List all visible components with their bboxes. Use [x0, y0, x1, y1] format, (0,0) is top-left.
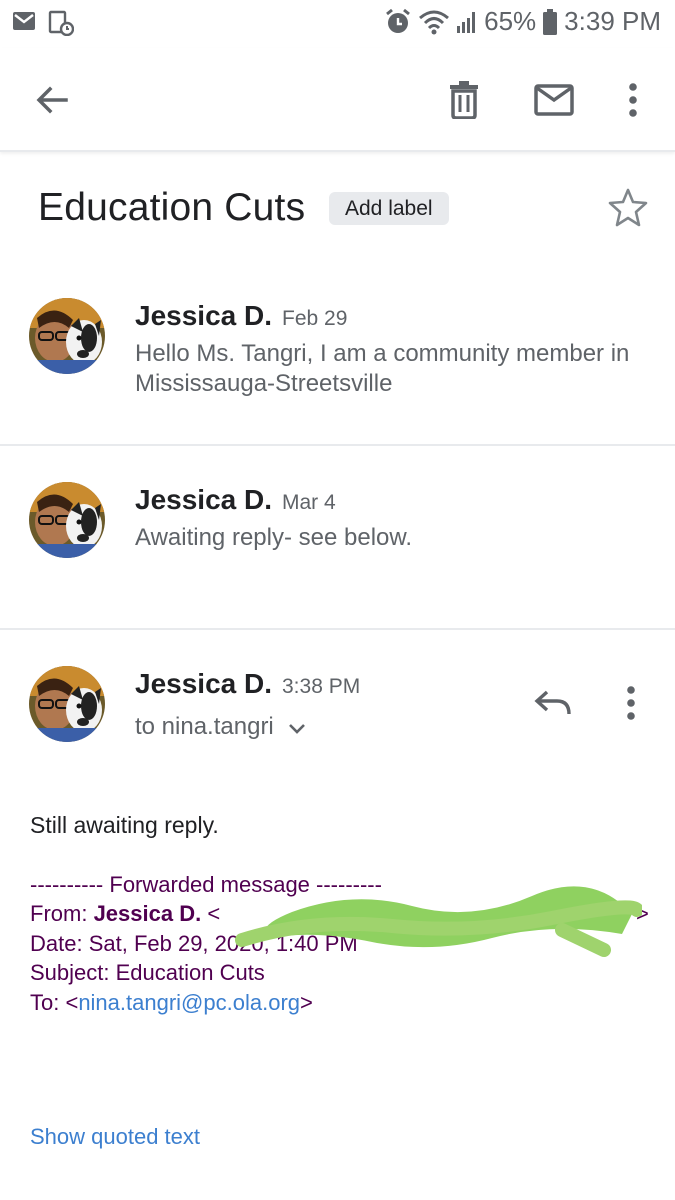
- message-snippet: Awaiting reply- see below.: [135, 524, 413, 551]
- status-bar: 65% 3:39 PM: [0, 0, 675, 48]
- from-label: From:: [30, 901, 94, 926]
- from-open: <: [201, 901, 221, 926]
- recipients-text: to nina.tangri: [135, 713, 274, 740]
- chevron-down-icon: [288, 714, 306, 742]
- forwarded-subject: Subject: Education Cuts: [30, 960, 265, 985]
- message-collapsed-1[interactable]: Jessica D. Feb 29 Hello Ms. Tangri, I am …: [0, 280, 675, 444]
- redaction-scribble: [232, 882, 644, 967]
- star-icon[interactable]: [608, 187, 652, 231]
- mark-unread-icon[interactable]: [524, 70, 584, 130]
- show-quoted-text-link[interactable]: Show quoted text: [30, 1124, 200, 1150]
- more-vert-icon[interactable]: [603, 70, 663, 130]
- delete-icon[interactable]: [434, 70, 494, 130]
- message-body: Still awaiting reply.: [30, 812, 219, 838]
- sender-name-text: Jessica D.: [135, 484, 272, 515]
- message-more-vert-icon[interactable]: [626, 686, 642, 722]
- to-label: To: <: [30, 990, 79, 1015]
- battery-icon: [542, 8, 558, 36]
- sender-name-text: Jessica D.: [135, 300, 272, 331]
- avatar: [29, 298, 105, 374]
- gmail-icon: [12, 10, 36, 41]
- sender-name: Jessica D. 3:38 PM: [135, 668, 360, 700]
- back-arrow-icon[interactable]: [22, 70, 82, 130]
- clock-time: 3:39 PM: [564, 6, 661, 36]
- calendar-notification-icon: [48, 10, 75, 41]
- battery-percent: 65%: [484, 6, 537, 36]
- avatar: [29, 482, 105, 558]
- add-label-chip[interactable]: Add label: [329, 192, 449, 225]
- subject-row: Education Cuts Add label: [0, 170, 675, 250]
- sender-name: Jessica D. Feb 29: [135, 300, 347, 332]
- message-date: Feb 29: [282, 307, 348, 330]
- message-collapsed-2[interactable]: Jessica D. Mar 4 Awaiting reply- see belo…: [0, 464, 675, 628]
- thread-subject: Education Cuts: [38, 186, 306, 229]
- wifi-icon: [418, 9, 450, 35]
- top-app-bar: [0, 48, 675, 152]
- sender-name: Jessica D. Mar 4: [135, 484, 336, 516]
- to-email-link[interactable]: nina.tangri@pc.ola.org: [78, 990, 300, 1015]
- message-divider: [0, 444, 675, 446]
- signal-icon: [456, 10, 478, 34]
- message-date: 3:38 PM: [282, 675, 361, 698]
- sender-name-text: Jessica D.: [135, 668, 272, 699]
- reply-icon[interactable]: [533, 688, 577, 722]
- forwarded-from: From: Jessica D. <: [30, 899, 220, 929]
- avatar[interactable]: [29, 666, 105, 742]
- alarm-icon: [384, 8, 412, 36]
- recipients-toggle[interactable]: to nina.tangri: [135, 713, 306, 742]
- message-date: Mar 4: [282, 491, 336, 514]
- forwarded-to: To: <nina.tangri@pc.ola.org>: [30, 988, 313, 1018]
- message-snippet: Hello Ms. Tangri, I am a community membe…: [135, 340, 630, 397]
- to-close: >: [300, 990, 313, 1015]
- message-divider: [0, 628, 675, 630]
- from-name: Jessica D.: [93, 901, 202, 926]
